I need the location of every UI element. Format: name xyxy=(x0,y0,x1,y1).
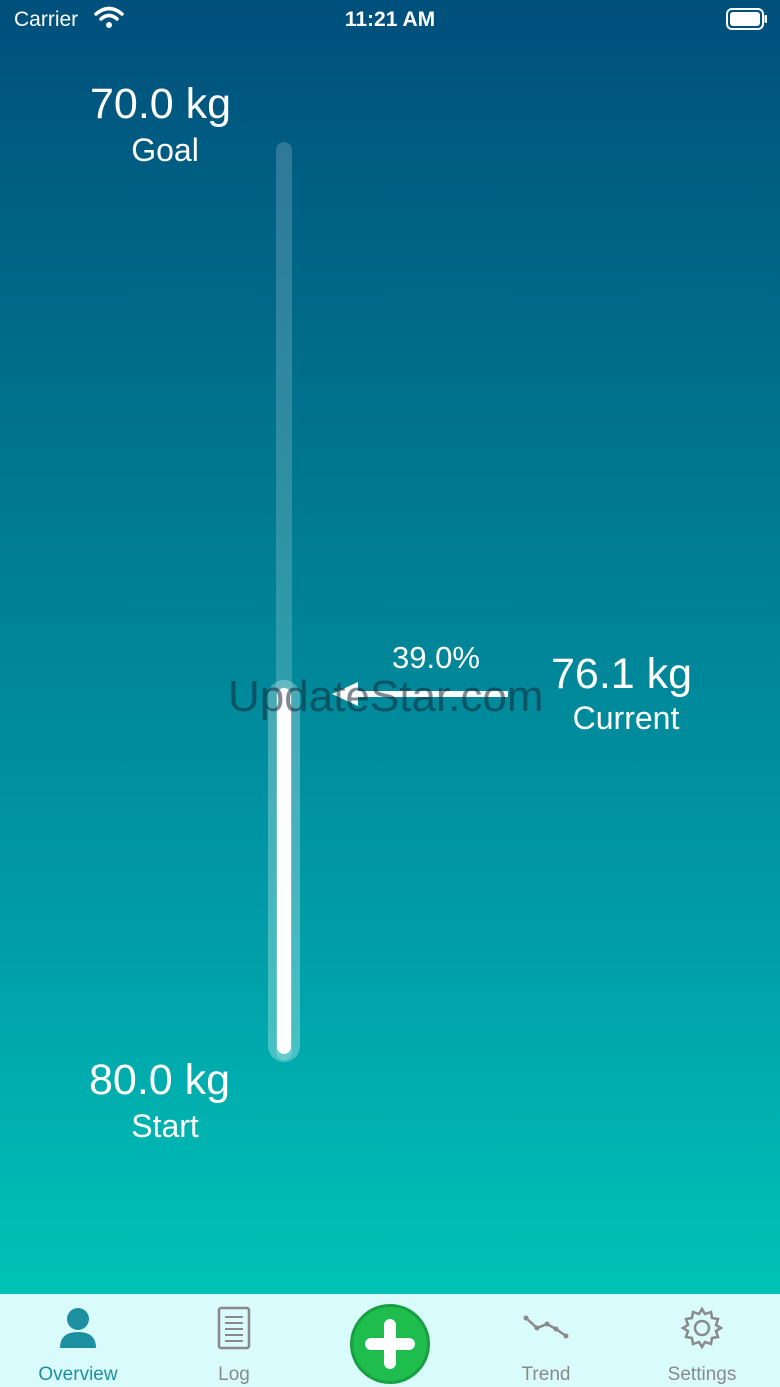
progress-percent: 39.0% xyxy=(392,640,480,675)
tab-overview[interactable]: Overview xyxy=(0,1294,156,1387)
trend-icon xyxy=(523,1306,569,1351)
watermark: UpdateStar.com xyxy=(228,672,544,721)
current-weight-value: 76.1 kg xyxy=(551,650,693,698)
tab-settings-label: Settings xyxy=(667,1364,737,1385)
status-time: 11:21 AM xyxy=(344,8,436,31)
gear-icon xyxy=(680,1306,724,1355)
plus-icon xyxy=(365,1319,415,1369)
tab-settings[interactable]: Settings xyxy=(624,1294,780,1387)
document-icon xyxy=(217,1306,251,1355)
person-icon xyxy=(58,1306,98,1353)
start-weight-value: 80.0 kg xyxy=(89,1056,231,1104)
tab-log-label: Log xyxy=(218,1364,250,1385)
battery-icon xyxy=(726,8,767,30)
status-bar: Carrier 11:21 AM xyxy=(0,0,780,40)
current-label: Current xyxy=(572,700,680,736)
tab-trend[interactable]: Trend xyxy=(468,1294,624,1387)
progress-fill xyxy=(277,688,291,1054)
tab-trend-label: Trend xyxy=(521,1364,571,1385)
goal-weight-value: 70.0 kg xyxy=(90,80,232,128)
add-entry-button[interactable] xyxy=(350,1304,430,1384)
tab-log[interactable]: Log xyxy=(156,1294,312,1387)
tab-overview-label: Overview xyxy=(38,1364,118,1385)
start-label: Start xyxy=(131,1108,199,1144)
